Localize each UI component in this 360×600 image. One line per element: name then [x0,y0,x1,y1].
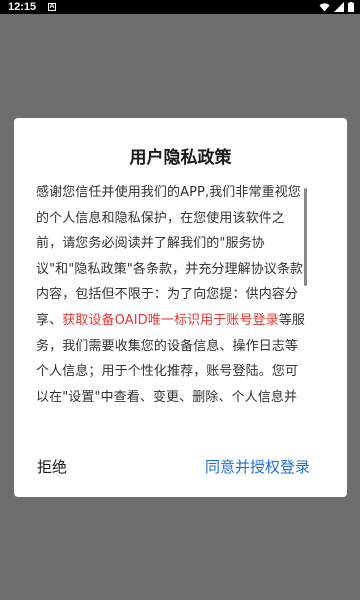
privacy-policy-dialog: 用户隐私政策 感谢您信任并使用我们的APP,我们非常重视您的个人信息和隐私保护，… [14,118,347,497]
policy-scrollbar[interactable] [304,188,307,286]
notification-icon: A [48,3,56,11]
dialog-title: 用户隐私政策 [129,148,232,168]
reject-button[interactable]: 拒绝 [37,456,67,478]
policy-text-intro: 感谢您信任并使用我们的APP,我们非常重视您的个人信息和隐私保护，在您使用该软件… [36,185,304,328]
oaid-notice-link[interactable]: 获取设备OAID唯一标识用于账号登录 [62,313,279,328]
status-bar: 12:15 A [0,0,360,14]
policy-text: 感谢您信任并使用我们的APP,我们非常重视您的个人信息和隐私保护，在您使用该软件… [36,180,310,437]
battery-icon [348,2,354,12]
agree-and-login-button[interactable]: 同意并授权登录 [205,456,310,478]
signal-icon [334,2,344,12]
status-time: 12:15 [8,1,37,13]
wifi-icon [319,3,330,12]
status-icons [319,2,354,12]
